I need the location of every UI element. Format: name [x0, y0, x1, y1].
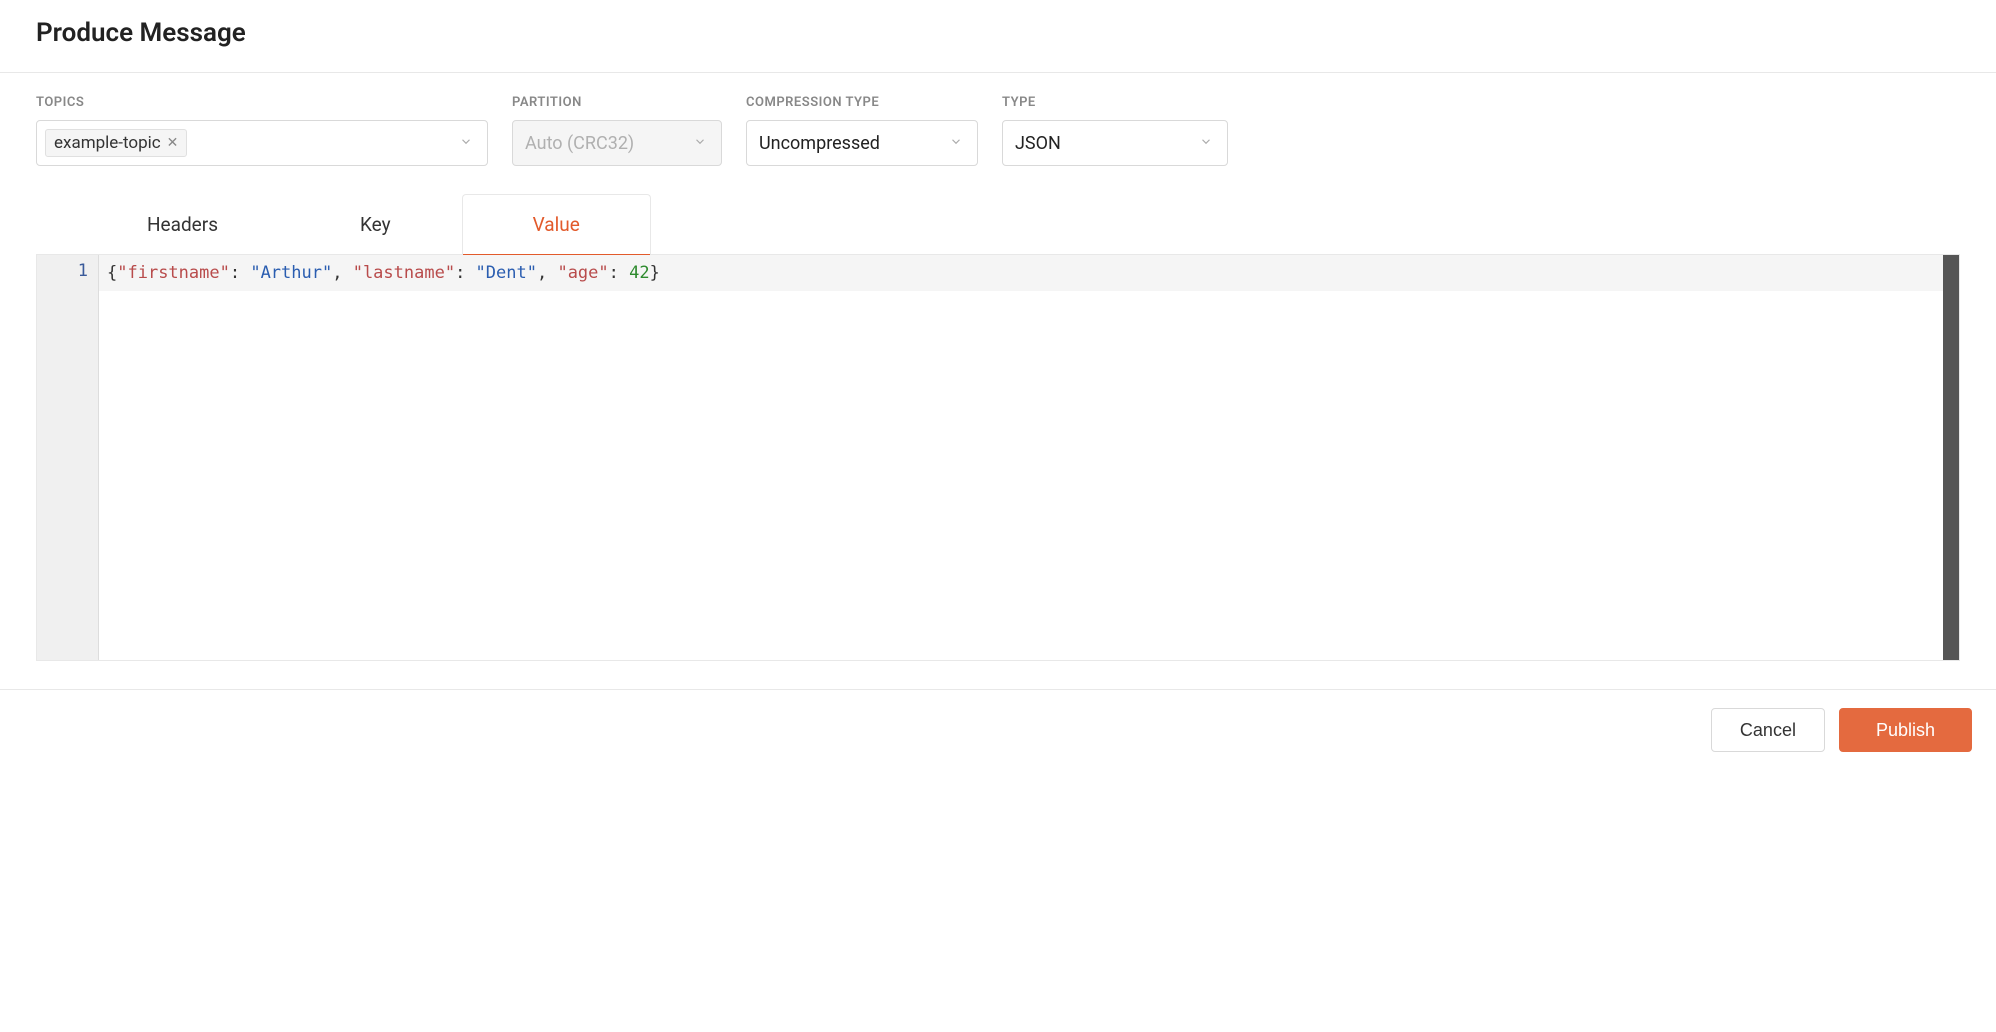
- editor-gutter: 1: [37, 255, 99, 660]
- tab-headers[interactable]: Headers: [76, 194, 289, 254]
- code-editor[interactable]: 1 {"firstname": "Arthur", "lastname": "D…: [36, 255, 1960, 661]
- produce-message-dialog: Produce Message TOPICS example-topic ✕ P…: [0, 0, 1996, 770]
- dialog-footer: Cancel Publish: [0, 689, 1996, 770]
- line-number: 1: [37, 261, 88, 281]
- cancel-button[interactable]: Cancel: [1711, 708, 1825, 752]
- partition-select: Auto (CRC32): [512, 120, 722, 166]
- partition-group: PARTITION Auto (CRC32): [512, 95, 722, 166]
- compression-group: COMPRESSION TYPE Uncompressed: [746, 95, 978, 166]
- dialog-header: Produce Message: [0, 0, 1996, 73]
- partition-label: PARTITION: [512, 95, 722, 110]
- compression-value: Uncompressed: [759, 133, 880, 154]
- filter-row: TOPICS example-topic ✕ PARTITION Auto (C…: [0, 73, 1996, 166]
- chevron-down-icon: [693, 133, 707, 154]
- editor-content[interactable]: {"firstname": "Arthur", "lastname": "Den…: [99, 255, 1943, 660]
- compression-select[interactable]: Uncompressed: [746, 120, 978, 166]
- code-line: {"firstname": "Arthur", "lastname": "Den…: [99, 255, 1943, 291]
- type-group: TYPE JSON: [1002, 95, 1228, 166]
- topic-tag: example-topic ✕: [45, 129, 187, 157]
- chevron-down-icon: [1199, 133, 1213, 154]
- tab-value[interactable]: Value: [462, 194, 651, 255]
- type-label: TYPE: [1002, 95, 1228, 110]
- editor-tabs: Headers Key Value: [36, 194, 1960, 255]
- scrollbar-thumb[interactable]: [1943, 255, 1959, 660]
- chevron-down-icon: [949, 133, 963, 154]
- compression-label: COMPRESSION TYPE: [746, 95, 978, 110]
- editor-scrollbar[interactable]: [1943, 255, 1959, 660]
- topic-tag-text: example-topic: [54, 133, 161, 153]
- topics-select[interactable]: example-topic ✕: [36, 120, 488, 166]
- partition-value: Auto (CRC32): [525, 133, 634, 154]
- topics-label: TOPICS: [36, 95, 488, 110]
- tab-key[interactable]: Key: [289, 194, 462, 254]
- publish-button[interactable]: Publish: [1839, 708, 1972, 752]
- topics-group: TOPICS example-topic ✕: [36, 95, 488, 166]
- page-title: Produce Message: [36, 18, 1960, 48]
- type-select[interactable]: JSON: [1002, 120, 1228, 166]
- topic-tag-remove-icon[interactable]: ✕: [167, 135, 179, 151]
- chevron-down-icon: [459, 133, 473, 154]
- type-value: JSON: [1015, 133, 1061, 154]
